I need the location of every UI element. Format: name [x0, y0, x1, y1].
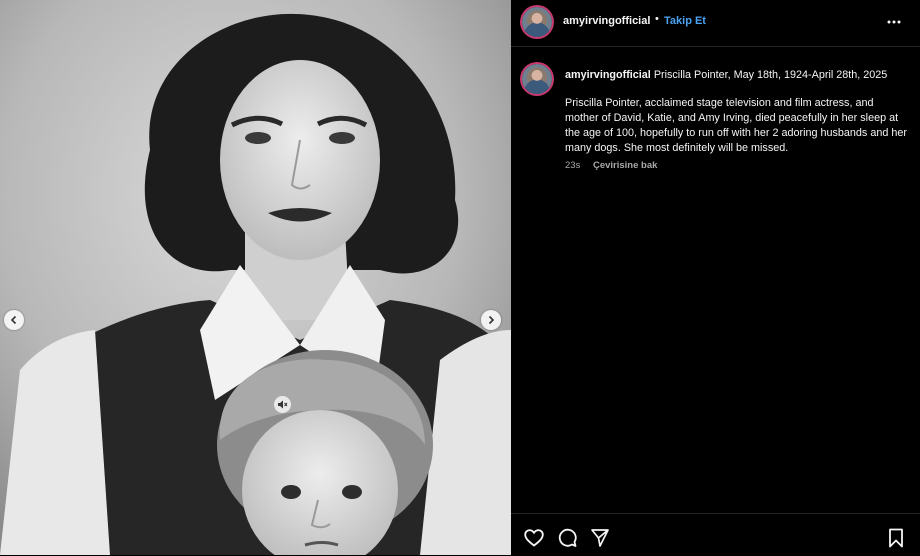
caption-body: Priscilla Pointer, acclaimed stage telev… — [565, 97, 907, 154]
caption-username[interactable]: amyirvingofficial — [565, 69, 651, 81]
post-details-pane: amyirvingofficial • Takip Et amyirvingof… — [511, 0, 920, 555]
mute-toggle-button[interactable] — [274, 396, 291, 413]
caption-title-line: amyirvingofficial Priscilla Pointer, May… — [565, 68, 910, 83]
more-options-button[interactable] — [885, 13, 903, 31]
comment-button[interactable] — [556, 527, 578, 549]
caption-title: Priscilla Pointer, May 18th, 1924-April … — [653, 69, 888, 81]
speaker-muted-icon — [278, 400, 288, 409]
heart-icon — [524, 529, 544, 547]
post-header: amyirvingofficial • Takip Et — [511, 0, 920, 47]
separator-dot: • — [655, 13, 659, 25]
header-username[interactable]: amyirvingofficial — [563, 15, 650, 27]
avatar[interactable] — [522, 7, 552, 37]
follow-button[interactable]: Takip Et — [664, 15, 706, 27]
caption-avatar[interactable] — [522, 64, 552, 94]
comment-icon — [558, 528, 577, 547]
share-button[interactable] — [589, 527, 611, 549]
bookmark-icon — [889, 528, 903, 548]
save-button[interactable] — [885, 527, 907, 549]
action-bar — [511, 513, 920, 556]
chevron-left-icon — [10, 315, 17, 325]
chevron-right-icon — [488, 315, 495, 325]
post-timestamp: 23s — [565, 160, 581, 171]
previous-image-button[interactable] — [4, 310, 24, 330]
like-button[interactable] — [523, 527, 545, 549]
photo-image — [0, 0, 511, 555]
see-translation-link[interactable]: Çevirisine bak — [593, 160, 657, 171]
more-horizontal-icon — [887, 20, 901, 24]
caption-meta: 23s Çevirisine bak — [565, 160, 657, 171]
send-icon — [591, 529, 609, 547]
next-image-button[interactable] — [481, 310, 501, 330]
post-photo — [0, 0, 511, 555]
